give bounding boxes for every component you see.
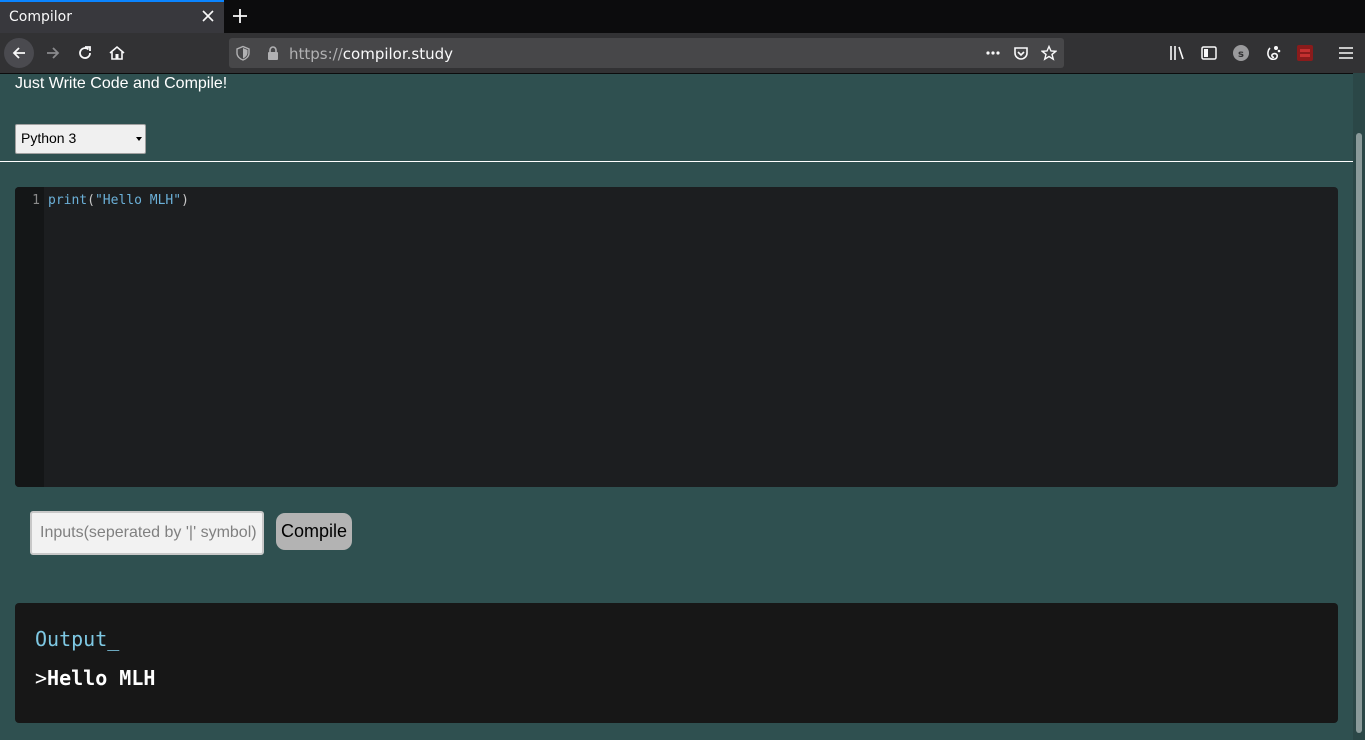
lock-icon[interactable] — [265, 45, 281, 61]
back-icon — [12, 47, 25, 59]
extension-cors-icon[interactable] — [1296, 44, 1314, 62]
chevron-down-icon — [136, 137, 142, 141]
tab-bar: Compilor — [0, 0, 1365, 33]
menu-icon[interactable] — [1337, 44, 1355, 62]
more-icon[interactable] — [985, 45, 1001, 61]
shield-icon[interactable] — [235, 45, 251, 61]
line-number: 1 — [32, 193, 40, 208]
url-protocol: https:// — [289, 45, 343, 63]
code-editor[interactable]: 1 print("Hello MLH") — [15, 187, 1338, 487]
code-string: "Hello MLH" — [94, 193, 182, 208]
svg-text:s: s — [1238, 49, 1244, 60]
close-icon[interactable] — [200, 8, 216, 24]
editor-gutter: 1 — [15, 187, 44, 487]
url-host: compilor.study — [342, 45, 454, 63]
scrollbar-thumb[interactable] — [1356, 133, 1362, 733]
reload-icon — [79, 46, 91, 59]
home-icon — [109, 45, 125, 60]
output-panel: Output_ >Hello MLH — [15, 603, 1338, 723]
output-title: Output_ — [35, 627, 120, 651]
pocket-icon[interactable] — [1013, 45, 1029, 61]
code-line[interactable]: print("Hello MLH") — [48, 193, 189, 208]
output-text: Hello MLH — [47, 666, 156, 690]
new-tab-icon[interactable] — [231, 7, 249, 25]
tab-title: Compilor — [9, 9, 72, 25]
browser-tab[interactable]: Compilor — [0, 0, 224, 33]
library-icon[interactable] — [1168, 44, 1186, 62]
language-select-value: Python 3 — [21, 130, 77, 146]
output-prompt: > — [35, 666, 48, 690]
back-button[interactable] — [4, 38, 34, 68]
url-bar[interactable]: https://compilor.study — [229, 38, 1064, 68]
navigation-bar: https://compilor.study s — [0, 33, 1365, 74]
inputs-field[interactable] — [30, 511, 264, 555]
compile-button[interactable]: Compile — [276, 513, 352, 550]
code-paren-close: ) — [181, 193, 189, 208]
forward-button[interactable] — [38, 38, 68, 68]
sidebar-icon[interactable] — [1200, 44, 1218, 62]
output-line: >Hello MLH — [35, 666, 155, 690]
code-paren-open: ( — [87, 193, 95, 208]
language-select[interactable]: Python 3 — [15, 124, 146, 154]
url-text[interactable]: https://compilor.study — [289, 45, 453, 63]
extension-gnome-icon[interactable] — [1264, 44, 1282, 62]
code-function: print — [48, 193, 88, 208]
forward-icon — [47, 47, 60, 59]
scrollbar[interactable] — [1353, 73, 1365, 740]
reload-button[interactable] — [70, 38, 100, 68]
extension-s-icon[interactable]: s — [1232, 44, 1250, 62]
divider — [0, 161, 1353, 162]
page-tagline: Just Write Code and Compile! — [15, 75, 228, 92]
home-button[interactable] — [102, 38, 132, 68]
bookmark-star-icon[interactable] — [1041, 45, 1057, 61]
